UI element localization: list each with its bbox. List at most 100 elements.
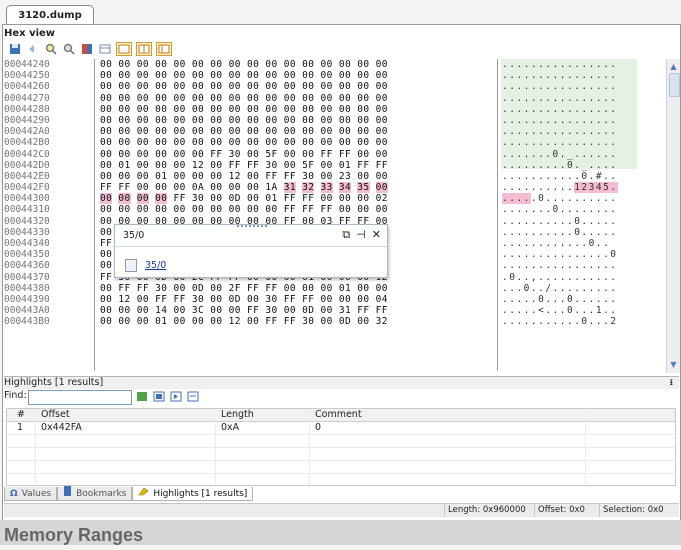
document-tab[interactable]: 3120.dump <box>6 5 94 25</box>
ascii-row[interactable]: ..........0..... <box>502 227 642 238</box>
hex-row[interactable]: 00 00 00 01 00 00 00 12 00 FF FF 30 00 0… <box>100 316 492 327</box>
find-export-icon[interactable] <box>187 391 199 402</box>
ascii-row[interactable]: ...0../......... <box>502 283 642 294</box>
popup-link-text[interactable]: 35/0 <box>145 260 166 271</box>
view-hex-icon[interactable] <box>116 42 132 56</box>
popup-link[interactable]: 35/0 <box>125 259 166 272</box>
offset-cell: 000443A0 <box>4 305 50 317</box>
ascii-divider <box>497 59 498 371</box>
hex-row[interactable]: 00 00 00 00 00 00 00 00 00 00 00 00 00 0… <box>100 59 492 70</box>
offset-divider <box>94 59 95 371</box>
status-bar: Length: 0x960000 Offset: 0x0 Selection: … <box>4 503 679 517</box>
col-length[interactable]: Length <box>221 409 254 421</box>
hex-row[interactable]: 00 01 00 00 00 12 00 FF FF 30 00 5F 00 0… <box>100 160 492 171</box>
tab-bookmarks[interactable]: Bookmarks <box>57 486 133 501</box>
tab-values[interactable]: Ω Values <box>4 487 58 501</box>
hex-row[interactable]: 00 FF FF 30 00 0D 00 2F FF FF 00 00 00 0… <box>100 283 492 294</box>
back-icon[interactable] <box>26 42 40 56</box>
highlights-title: Highlights [1 results] <box>4 377 104 388</box>
hex-row[interactable]: 00 00 00 00 00 00 00 00 00 00 00 00 00 0… <box>100 70 492 81</box>
col-comment[interactable]: Comment <box>315 409 362 421</box>
col-num[interactable]: # <box>17 409 25 421</box>
scroll-down-icon[interactable]: ▼ <box>668 359 679 370</box>
ascii-row[interactable]: ...............0 <box>502 249 642 260</box>
offset-cell: 000442A0 <box>4 126 50 138</box>
ascii-row[interactable]: ..........0..... <box>502 216 642 227</box>
toolbar <box>8 41 172 57</box>
find-icon[interactable] <box>44 42 58 56</box>
offset-cell: 000442F0 <box>4 182 50 194</box>
save-icon[interactable] <box>8 42 22 56</box>
pin-icon[interactable]: ⊣ <box>356 228 366 242</box>
hex-row[interactable]: 00 12 00 FF FF 30 00 0D 00 30 FF FF 00 0… <box>100 294 492 305</box>
ascii-row[interactable]: ................ <box>502 59 642 70</box>
hex-row[interactable]: 00 00 00 00 00 00 FF 30 00 5F 00 00 FF F… <box>100 149 492 160</box>
scroll-up-icon[interactable]: ▲ <box>668 61 679 72</box>
hex-row[interactable]: 00 00 00 14 00 3C 00 00 FF 30 00 0D 00 3… <box>100 305 492 316</box>
find-row: Find: <box>4 390 679 406</box>
offset-cell: 00044360 <box>4 260 50 272</box>
ascii-row[interactable]: ................ <box>502 137 642 148</box>
tab-highlights[interactable]: Highlights [1 results] <box>132 486 254 501</box>
offset-cell: 00044270 <box>4 92 50 104</box>
find-green-icon[interactable] <box>136 391 148 402</box>
ascii-row[interactable]: ............0.. <box>502 238 642 249</box>
ascii-row[interactable]: ................ <box>502 104 642 115</box>
ascii-row[interactable]: ................ <box>502 126 642 137</box>
ascii-row[interactable]: ...........0...2 <box>502 316 642 327</box>
hex-row[interactable]: 00 00 00 00 00 00 00 00 00 00 00 00 00 0… <box>100 115 492 126</box>
view-split-icon[interactable] <box>136 42 152 56</box>
ascii-row[interactable]: ................ <box>502 93 642 104</box>
highlighter-icon <box>138 486 149 501</box>
status-offset: Offset: 0x0 <box>534 504 588 517</box>
hex-row[interactable]: 00 00 00 00 00 00 00 00 00 00 00 00 00 0… <box>100 137 492 148</box>
view-text-icon[interactable] <box>156 42 172 56</box>
find-input[interactable] <box>28 390 132 405</box>
ascii-row[interactable]: ..........12345. <box>502 182 642 194</box>
offset-cell: 000443B0 <box>4 316 50 328</box>
col-offset[interactable]: Offset <box>41 409 70 421</box>
ascii-row[interactable]: .........0._.... <box>502 160 642 171</box>
hex-row[interactable]: 00 00 00 01 00 00 00 12 00 FF FF 30 00 2… <box>100 171 492 182</box>
hex-bytes-column[interactable]: 00 00 00 00 00 00 00 00 00 00 00 00 00 0… <box>100 59 492 328</box>
ascii-column[interactable]: ........................................… <box>502 59 642 328</box>
offset-cell: 00044310 <box>4 204 50 216</box>
ascii-row[interactable]: .....0.......... <box>502 193 642 205</box>
ascii-row[interactable]: ...........0.#.. <box>502 171 642 182</box>
ascii-row[interactable]: .....<...0...1.. <box>502 305 642 316</box>
offset-cell: 00044350 <box>4 249 50 261</box>
ascii-row[interactable]: ................ <box>502 115 642 126</box>
bookmark-icon[interactable] <box>62 42 76 56</box>
ascii-row[interactable]: .......0........ <box>502 204 642 215</box>
offset-cell: 00044380 <box>4 282 50 294</box>
ascii-row[interactable]: ................ <box>502 70 642 81</box>
scroll-thumb[interactable] <box>669 73 680 97</box>
ascii-row[interactable]: .......0._...... <box>502 149 642 160</box>
hex-row[interactable]: FF FF 00 00 00 0A 00 00 00 1A 31 32 33 3… <box>100 182 492 194</box>
ascii-row[interactable]: .....0...0...... <box>502 294 642 305</box>
vertical-scrollbar[interactable]: ▲ ▼ <box>666 59 680 373</box>
hex-row[interactable]: 00 00 00 00 00 00 00 00 00 00 00 00 00 0… <box>100 81 492 92</box>
close-icon[interactable]: ✕ <box>372 228 381 242</box>
copy-icon[interactable]: ⧉ <box>342 228 350 242</box>
find-next-icon[interactable] <box>170 391 182 402</box>
tab-bookmarks-label: Bookmarks <box>76 488 127 499</box>
offset-cell: 00044320 <box>4 215 50 227</box>
offset-cell: 00044390 <box>4 293 50 305</box>
pin-panel-icon[interactable]: ᵻ <box>669 377 673 389</box>
hex-row[interactable]: 00 00 00 00 00 00 00 00 00 00 00 00 00 0… <box>100 93 492 104</box>
hex-row[interactable]: 00 00 00 00 00 00 00 00 00 00 00 00 00 0… <box>100 126 492 137</box>
ascii-row[interactable]: ................ <box>502 260 642 271</box>
layout-icon[interactable] <box>98 42 112 56</box>
hex-row[interactable]: 00 00 00 00 FF 30 00 0D 00 01 FF FF 00 0… <box>100 193 492 205</box>
hex-row[interactable]: 00 00 00 00 00 00 00 00 00 00 FF FF FF 0… <box>100 204 492 215</box>
ascii-row[interactable]: .0..,........... <box>502 272 642 283</box>
find-blue-icon[interactable] <box>153 391 165 402</box>
columns-icon[interactable] <box>80 42 94 56</box>
hex-row[interactable]: 00 00 00 00 00 00 00 00 00 00 00 00 00 0… <box>100 104 492 115</box>
popup-drag-grip[interactable] <box>237 225 267 230</box>
ascii-row[interactable]: ................ <box>502 81 642 92</box>
omega-icon: Ω <box>10 488 18 499</box>
hex-grid[interactable]: 00044240 00044250 00044260 00044270 00044280… <box>4 59 667 371</box>
tab-highlights-label: Highlights [1 results] <box>153 488 248 499</box>
